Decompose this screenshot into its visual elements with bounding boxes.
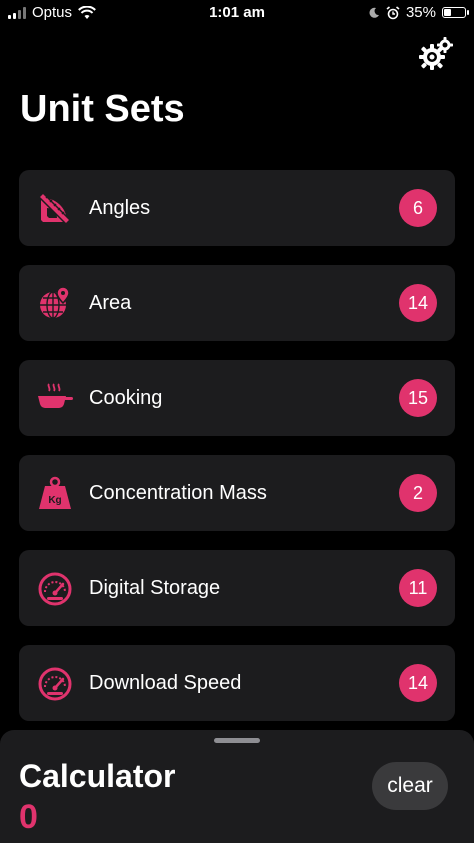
alarm-icon bbox=[386, 5, 400, 19]
unit-set-item-concentration-mass[interactable]: Kg Concentration Mass 2 bbox=[19, 455, 455, 531]
sheet-grabber[interactable] bbox=[214, 738, 260, 743]
svg-text:Kg: Kg bbox=[48, 495, 61, 506]
unit-set-label: Area bbox=[89, 291, 132, 314]
globe-pin-icon bbox=[37, 285, 73, 321]
unit-set-item-angles[interactable]: Angles 6 bbox=[19, 170, 455, 246]
unit-set-list: Angles 6 Area 14 Cooking 15 Kg Concentra… bbox=[19, 170, 455, 740]
unit-set-label: Concentration Mass bbox=[89, 481, 267, 504]
count-badge: 14 bbox=[399, 284, 437, 322]
unit-set-label: Angles bbox=[89, 196, 151, 219]
calculator-sheet[interactable]: Calculator 0 clear bbox=[0, 730, 474, 843]
unit-set-label: Download Speed bbox=[89, 671, 242, 694]
speedometer-icon bbox=[37, 570, 73, 606]
unit-set-label: Cooking bbox=[89, 386, 163, 409]
calculator-title: Calculator bbox=[19, 758, 176, 794]
battery-icon bbox=[442, 7, 469, 18]
settings-button[interactable] bbox=[416, 34, 456, 74]
unit-set-item-cooking[interactable]: Cooking 15 bbox=[19, 360, 455, 436]
unit-set-item-digital-storage[interactable]: Digital Storage 11 bbox=[19, 550, 455, 626]
unit-set-label: Digital Storage bbox=[89, 576, 221, 599]
battery-fill bbox=[444, 9, 451, 16]
unit-set-item-download-speed[interactable]: Download Speed 14 bbox=[19, 645, 455, 721]
count-badge: 14 bbox=[399, 664, 437, 702]
frying-pan-icon bbox=[37, 380, 73, 416]
protractor-icon bbox=[37, 190, 73, 226]
calculator-value: 0 bbox=[19, 798, 38, 836]
clear-button[interactable]: clear bbox=[372, 762, 448, 810]
count-badge: 6 bbox=[399, 189, 437, 227]
count-badge: 15 bbox=[399, 379, 437, 417]
gear-icon bbox=[419, 37, 453, 70]
battery-percent: 35% bbox=[405, 4, 436, 21]
speedometer-icon bbox=[37, 665, 73, 701]
status-bar: Optus 1:01 am 35% bbox=[0, 0, 474, 28]
status-right: 35% bbox=[368, 4, 469, 21]
kg-weight-icon: Kg bbox=[37, 475, 73, 511]
count-badge: 11 bbox=[399, 569, 437, 607]
unit-set-item-area[interactable]: Area 14 bbox=[19, 265, 455, 341]
page-title: Unit Sets bbox=[20, 88, 185, 130]
count-badge: 2 bbox=[399, 474, 437, 512]
moon-icon bbox=[369, 7, 379, 18]
